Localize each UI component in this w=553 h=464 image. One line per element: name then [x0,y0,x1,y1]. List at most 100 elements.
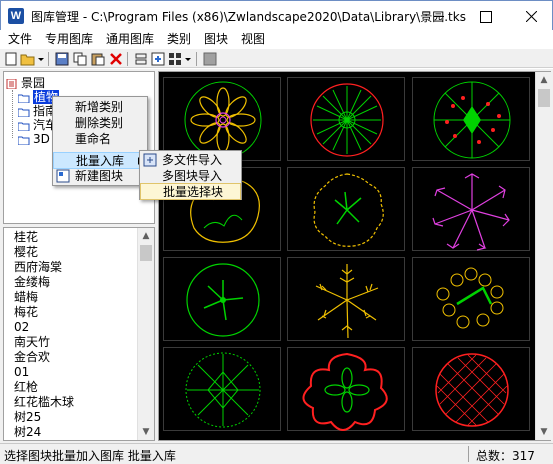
title-bar: W 图库管理 - C:\Program Files (x86)\Zwlandsc… [0,0,553,30]
toolbar-separator [127,52,128,66]
total-count-label: 总数： [476,449,513,463]
status-separator [468,446,469,462]
block-thumbnail[interactable] [287,167,405,251]
block-thumbnail[interactable] [412,77,530,161]
list-item[interactable]: 桂花 [14,229,38,245]
delete-icon[interactable] [108,51,124,67]
block-thumbnail[interactable] [163,77,281,161]
star-palm-drawing [432,173,510,251]
list-item[interactable]: 红花槛木球 [14,394,74,410]
menu-item-add-category[interactable]: 新增类别 [53,99,147,116]
scroll-down-icon[interactable]: ▼ [138,424,154,440]
list-item[interactable]: 红枪 [14,379,38,395]
scroll-up-icon[interactable]: ▲ [536,72,552,88]
tree-item-3d[interactable]: 3D [18,132,50,146]
total-count: 总数：317 [476,447,535,464]
tree-item-label: 3D [33,132,50,146]
menu-item-label: 批量入库 [76,154,125,168]
list-scrollbar[interactable]: ▲ ▼ [137,228,154,440]
copy-icon[interactable] [72,51,88,67]
import-icon[interactable] [133,51,149,67]
folder-open-icon [18,94,30,103]
list-item[interactable]: 西府海棠 [14,259,62,275]
round-tree-drawing [186,263,260,337]
menu-file[interactable]: 文件 [6,31,34,47]
menu-general-library[interactable]: 通用图库 [104,31,156,47]
menu-block[interactable]: 图块 [202,31,230,47]
tree-root-label: 景园 [21,76,46,90]
block-thumbnail[interactable] [412,347,530,431]
conifer-drawing [185,352,261,428]
list-item[interactable]: 金缕梅 [14,274,50,290]
toolbar-separator [196,52,197,66]
status-bar: 选择图块批量加入图库 批量入库 总数：317 [0,443,553,464]
paste-icon[interactable] [90,51,106,67]
minimize-button[interactable] [416,1,462,31]
scroll-down-icon[interactable]: ▼ [536,424,552,440]
menu-item-batch-select-blocks[interactable]: 批量选择块 [140,183,241,200]
export-icon[interactable] [150,51,166,67]
list-item[interactable]: 樱花 [14,244,38,260]
folder-icon [18,122,30,131]
context-menu: 新增类别 删除类别 重命名 批量入库 新建图块 [52,96,148,186]
block-thumbnail[interactable] [287,257,405,341]
menu-view[interactable]: 视图 [239,31,267,47]
scroll-thumb[interactable] [140,245,152,261]
maximize-button[interactable] [462,1,508,31]
toolbar-separator [48,52,49,66]
block-thumbnail[interactable] [287,77,405,161]
new-block-icon [56,169,70,183]
close-icon [526,11,537,22]
menu-item-label: 新建图块 [75,169,124,183]
block-thumbnail[interactable] [287,347,405,431]
flower-bed-drawing [302,352,388,431]
dropdown-arrow-icon[interactable] [37,51,45,67]
menu-item-rename[interactable]: 重命名 [53,131,147,148]
list-item[interactable]: 树24 [14,424,41,440]
list-item[interactable]: 南天竹 [14,334,50,350]
dropdown-arrow-icon[interactable] [184,51,192,67]
block-thumbnail[interactable] [412,167,530,251]
close-button[interactable] [508,1,553,31]
list-item[interactable]: 梅花 [14,304,38,320]
status-message: 选择图块批量加入图库 批量入库 [4,449,176,463]
block-thumbnail[interactable] [163,257,281,341]
save-icon[interactable] [54,51,70,67]
lawn-circle-drawing [435,353,509,427]
menu-item-delete-category[interactable]: 删除类别 [53,115,147,132]
block-preview-grid [158,71,551,441]
tree-connector [12,90,13,138]
new-file-icon[interactable] [3,51,19,67]
grass-plant-drawing [310,83,384,157]
scroll-up-icon[interactable]: ▲ [138,228,154,244]
app-icon: W [8,8,24,24]
broadleaf-tree-drawing [313,173,384,247]
block-thumbnail[interactable] [412,257,530,341]
submenu: 多文件导入 多图块导入 批量选择块 [139,150,242,200]
tree-root[interactable]: 景园 [6,76,45,90]
properties-icon[interactable] [202,51,218,67]
menu-bar: 文件 专用图库 通用图库 类别 图块 视图 [0,30,553,48]
menu-item-new-block[interactable]: 新建图块 [53,168,147,185]
block-thumbnail[interactable] [163,347,281,431]
menu-category[interactable]: 类别 [165,31,193,47]
preview-scrollbar[interactable]: ▲ ▼ [535,72,552,440]
scroll-thumb[interactable] [538,89,550,107]
open-folder-icon[interactable] [20,51,36,67]
list-item[interactable]: 金合欢 [14,349,50,365]
library-icon [6,78,17,89]
list-item[interactable]: 蜡梅 [14,289,38,305]
total-count-value: 317 [512,449,535,463]
list-item[interactable]: 树25 [14,409,41,425]
window-title: 图库管理 - C:\Program Files (x86)\Zwlandscap… [31,10,466,24]
menu-item-batch-import[interactable]: 批量入库 [53,152,147,169]
block-list: 桂花 樱花 西府海棠 金缕梅 蜡梅 梅花 02 南天竹 金合欢 01 红枪 红花… [3,227,155,441]
list-item[interactable]: 02 [14,319,29,335]
flowering-shrub-drawing [436,267,504,329]
view-mode-icon[interactable] [167,51,183,67]
tree-with-fruit-drawing [433,81,511,159]
menu-special-library[interactable]: 专用图库 [43,31,95,47]
menu-item-multi-file-import[interactable]: 多文件导入 [140,152,241,169]
folder-icon [18,108,30,117]
list-item[interactable]: 01 [14,364,29,380]
